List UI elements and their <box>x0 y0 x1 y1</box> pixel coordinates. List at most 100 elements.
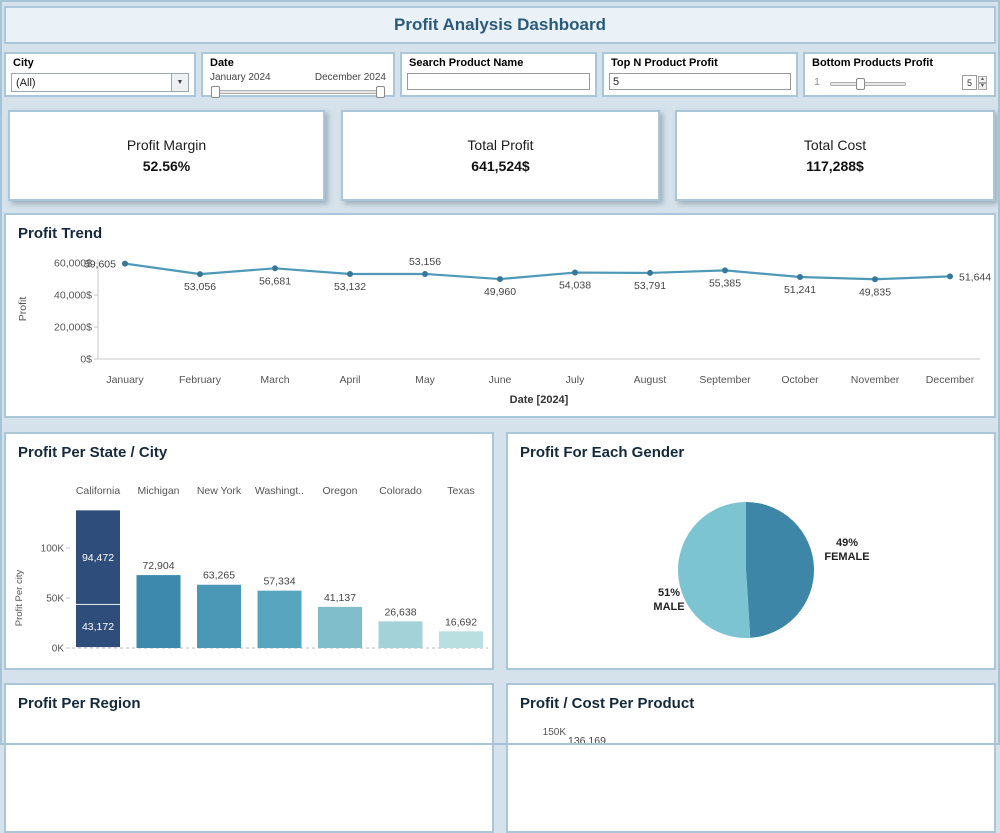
trend-point[interactable] <box>272 265 278 272</box>
y-tick-label: 100K <box>41 544 65 555</box>
x-tick-label: September <box>699 374 751 386</box>
bottom-products-slider[interactable] <box>830 78 906 90</box>
bar-label: 16,692 <box>445 616 477 628</box>
category-label: Colorado <box>379 485 422 497</box>
y-tick-label: 50K <box>46 594 64 605</box>
bar[interactable] <box>197 584 241 648</box>
filter-city-label: City <box>13 57 34 69</box>
point-label: 53,791 <box>634 280 666 292</box>
trend-point[interactable] <box>422 270 428 277</box>
spinner-up-icon[interactable]: ▲ <box>978 75 987 83</box>
point-label: 54,038 <box>559 280 591 292</box>
x-tick-label: December <box>926 374 975 386</box>
kpi-label: Total Cost <box>803 137 867 153</box>
trend-point[interactable] <box>647 269 653 276</box>
category-label: Michigan <box>137 485 179 497</box>
y-tick-label: 20,000$ <box>54 322 92 334</box>
y-tick-label: 40,000$ <box>54 290 92 302</box>
segment-label: 94,472 <box>82 552 114 564</box>
bar-label: 136,169 <box>568 735 606 747</box>
trend-point[interactable] <box>197 271 203 278</box>
city-dropdown[interactable]: (All) ▼ <box>11 73 189 92</box>
filter-top-n: Top N Product Profit <box>602 52 798 97</box>
search-input[interactable] <box>407 73 590 90</box>
kpi-total-profit: Total Profit 641,524$ <box>341 110 660 201</box>
kpi-value: 641,524$ <box>471 158 530 174</box>
bar-label: 41,137 <box>324 592 356 604</box>
top-n-input[interactable] <box>609 73 791 90</box>
profit-per-state-chart[interactable]: 0K 50K 100K Profit Per city California Michig… <box>8 472 492 668</box>
trend-point[interactable] <box>347 270 353 277</box>
profit-trend-panel: Profit Trend 0$ 20,000$ 40,000$ 60,000$ Prof… <box>4 213 996 418</box>
date-range-slider[interactable] <box>211 86 385 98</box>
slider-track <box>212 90 384 94</box>
x-axis-title: Date [2024] <box>510 394 569 406</box>
bar[interactable] <box>318 606 362 648</box>
bottom-min-label: 1 <box>814 77 820 88</box>
bar[interactable] <box>439 631 483 648</box>
profit-trend-chart[interactable]: 0$20,000$40,000$60,000$Profit59,605Janua… <box>10 251 994 417</box>
date-slider-right-handle[interactable] <box>376 86 385 98</box>
female-pct-label: 49% <box>835 537 859 549</box>
x-tick-label: November <box>851 374 900 386</box>
segment-label: 43,172 <box>82 621 114 633</box>
filter-search-product: Search Product Name <box>400 52 597 97</box>
date-slider-left-handle[interactable] <box>211 86 220 98</box>
pie-label-female: 49% FEMALE <box>807 536 887 564</box>
point-label: 56,681 <box>259 275 291 287</box>
chevron-down-icon[interactable]: ▼ <box>171 74 188 91</box>
spinner-down-icon[interactable]: ▼ <box>978 82 987 90</box>
bar[interactable] <box>257 590 302 648</box>
date-start-label: January 2024 <box>210 72 271 83</box>
trend-point[interactable] <box>572 269 578 276</box>
bottom-spinner-value[interactable]: 5 <box>962 75 977 90</box>
male-name-label: MALE <box>653 601 685 613</box>
x-tick-label: June <box>489 374 512 386</box>
point-label: 55,385 <box>709 277 741 289</box>
date-end-label: December 2024 <box>314 72 386 83</box>
y-tick-label: 150K <box>542 727 566 738</box>
kpi-label: Total Profit <box>467 137 534 153</box>
bar[interactable] <box>378 621 423 648</box>
filter-city: City (All) ▼ <box>4 52 196 97</box>
bottom-slider-handle[interactable] <box>856 78 865 90</box>
x-tick-label: January <box>106 374 144 386</box>
filter-bottom-products: Bottom Products Profit 1 5 ▲ ▼ <box>803 52 996 97</box>
gender-pie-chart[interactable] <box>666 490 826 650</box>
pie-slice-male[interactable] <box>677 502 751 638</box>
trend-point[interactable] <box>722 267 728 274</box>
category-label: Oregon <box>322 485 357 497</box>
bar-label: 72,904 <box>142 560 174 572</box>
x-tick-label: May <box>415 374 436 386</box>
point-label: 49,835 <box>859 286 891 298</box>
trend-point[interactable] <box>122 260 128 267</box>
profit-trend-title: Profit Trend <box>18 225 103 242</box>
point-label: 53,156 <box>409 256 441 268</box>
pie-slice-female[interactable] <box>746 502 814 638</box>
trend-point[interactable] <box>497 276 503 283</box>
trend-point[interactable] <box>947 273 953 280</box>
city-dropdown-value: (All) <box>16 77 36 89</box>
category-label: Washingt.. <box>255 485 304 497</box>
y-axis-title: Profit Per city <box>14 570 25 627</box>
trend-point[interactable] <box>797 274 803 281</box>
point-label: 53,132 <box>334 281 366 293</box>
slider-track <box>830 82 906 86</box>
point-label: 53,056 <box>184 281 216 293</box>
y-axis-title: Profit <box>17 297 29 322</box>
profit-cost-per-product-panel: Profit / Cost Per Product 150K 136,169 <box>506 683 996 833</box>
y-tick-label: 0K <box>52 644 65 655</box>
profit-gender-title: Profit For Each Gender <box>520 444 685 461</box>
profit-per-state-panel: Profit Per State / City 0K 50K 100K Profit … <box>4 432 494 670</box>
filter-date-label: Date <box>210 57 234 69</box>
bar[interactable] <box>136 575 181 648</box>
trend-point[interactable] <box>872 276 878 283</box>
kpi-profit-margin: Profit Margin 52.56% <box>8 110 325 201</box>
profit-per-region-panel: Profit Per Region <box>4 683 494 833</box>
x-tick-label: October <box>781 374 819 386</box>
dashboard-header: Profit Analysis Dashboard <box>4 6 996 44</box>
bottom-products-spinner[interactable]: 5 ▲ ▼ <box>962 75 987 90</box>
profit-per-state-title: Profit Per State / City <box>18 444 168 461</box>
kpi-label: Profit Margin <box>126 137 207 153</box>
x-tick-label: July <box>566 374 585 386</box>
